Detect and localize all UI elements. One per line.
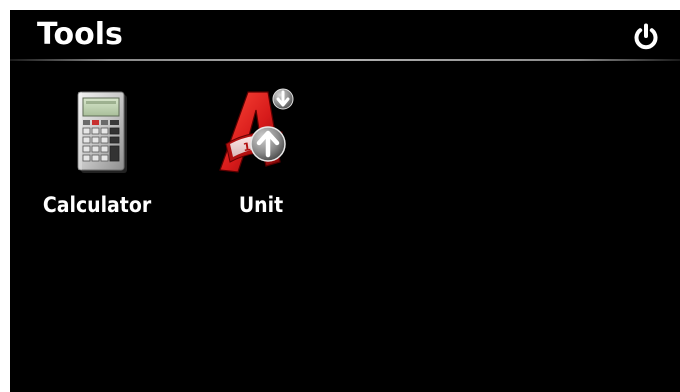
power-button[interactable]	[631, 22, 661, 52]
app-unit-converter[interactable]: 120 Unit	[196, 82, 326, 230]
calculator-icon	[77, 91, 127, 173]
header-bar: Tools	[10, 10, 680, 60]
app-label-calculator: Calculator	[42, 193, 152, 217]
app-label-unit: Unit	[238, 193, 284, 217]
power-icon	[634, 23, 658, 50]
tools-screen: Tools Calculator Unit	[10, 10, 680, 392]
app-calculator[interactable]: Calculator	[32, 82, 162, 230]
header-divider	[10, 59, 680, 61]
page-title: Tools	[37, 17, 123, 52]
unit-converter-icon: 120	[219, 88, 294, 173]
